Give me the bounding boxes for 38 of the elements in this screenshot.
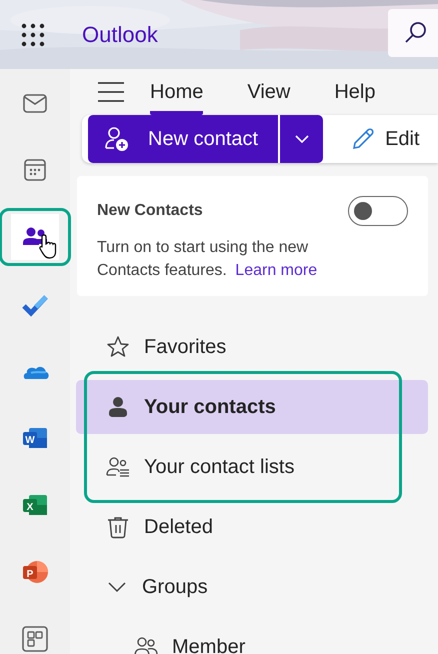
notice-text: Turn on to start using the new Contacts features. Learn more [97,238,318,282]
search-icon [404,21,428,45]
person-icon [106,395,130,420]
app-letter: W [25,435,35,446]
dropdown-button[interactable] [280,115,324,163]
app-name: Outlook [82,21,158,49]
calendar-icon [21,156,49,184]
menu-button[interactable] [98,80,124,104]
apps-icon [21,625,49,653]
people-icon [134,635,158,654]
trash-icon [106,515,130,540]
nav-group-header[interactable]: Groups [76,560,428,614]
nav-item[interactable]: Favorites [76,320,428,374]
add-person-icon [104,126,130,152]
rail-button[interactable]: X [0,476,71,534]
hand-cursor-icon [38,233,58,260]
notice-title: New Contacts [97,201,203,221]
search-button[interactable] [388,9,438,57]
ribbon-tab[interactable]: Help [334,69,376,115]
toggle-switch[interactable] [348,196,408,226]
ribbon-tab[interactable]: View [247,69,290,115]
nav-item[interactable]: Your contacts [76,380,428,434]
app-launcher-icon[interactable] [21,22,45,46]
nav-item[interactable]: Your contact lists [76,440,428,494]
pencil-icon [351,127,376,151]
rail-button[interactable]: W [0,409,71,467]
app-letter: X [26,502,34,513]
chevron-down-icon [294,134,310,144]
learn-more-link[interactable]: Learn more [235,262,318,280]
rail-button[interactable] [0,208,71,266]
edit-button[interactable]: Edit [345,123,426,155]
star-icon [106,335,130,360]
app-letter: P [26,569,34,580]
nav-item[interactable]: Deleted [76,500,428,554]
nav-item[interactable]: Member [76,620,428,654]
new-contact-button[interactable]: New contact [88,115,278,163]
contact-list-icon [106,455,130,480]
rail-button[interactable]: P [0,543,71,601]
